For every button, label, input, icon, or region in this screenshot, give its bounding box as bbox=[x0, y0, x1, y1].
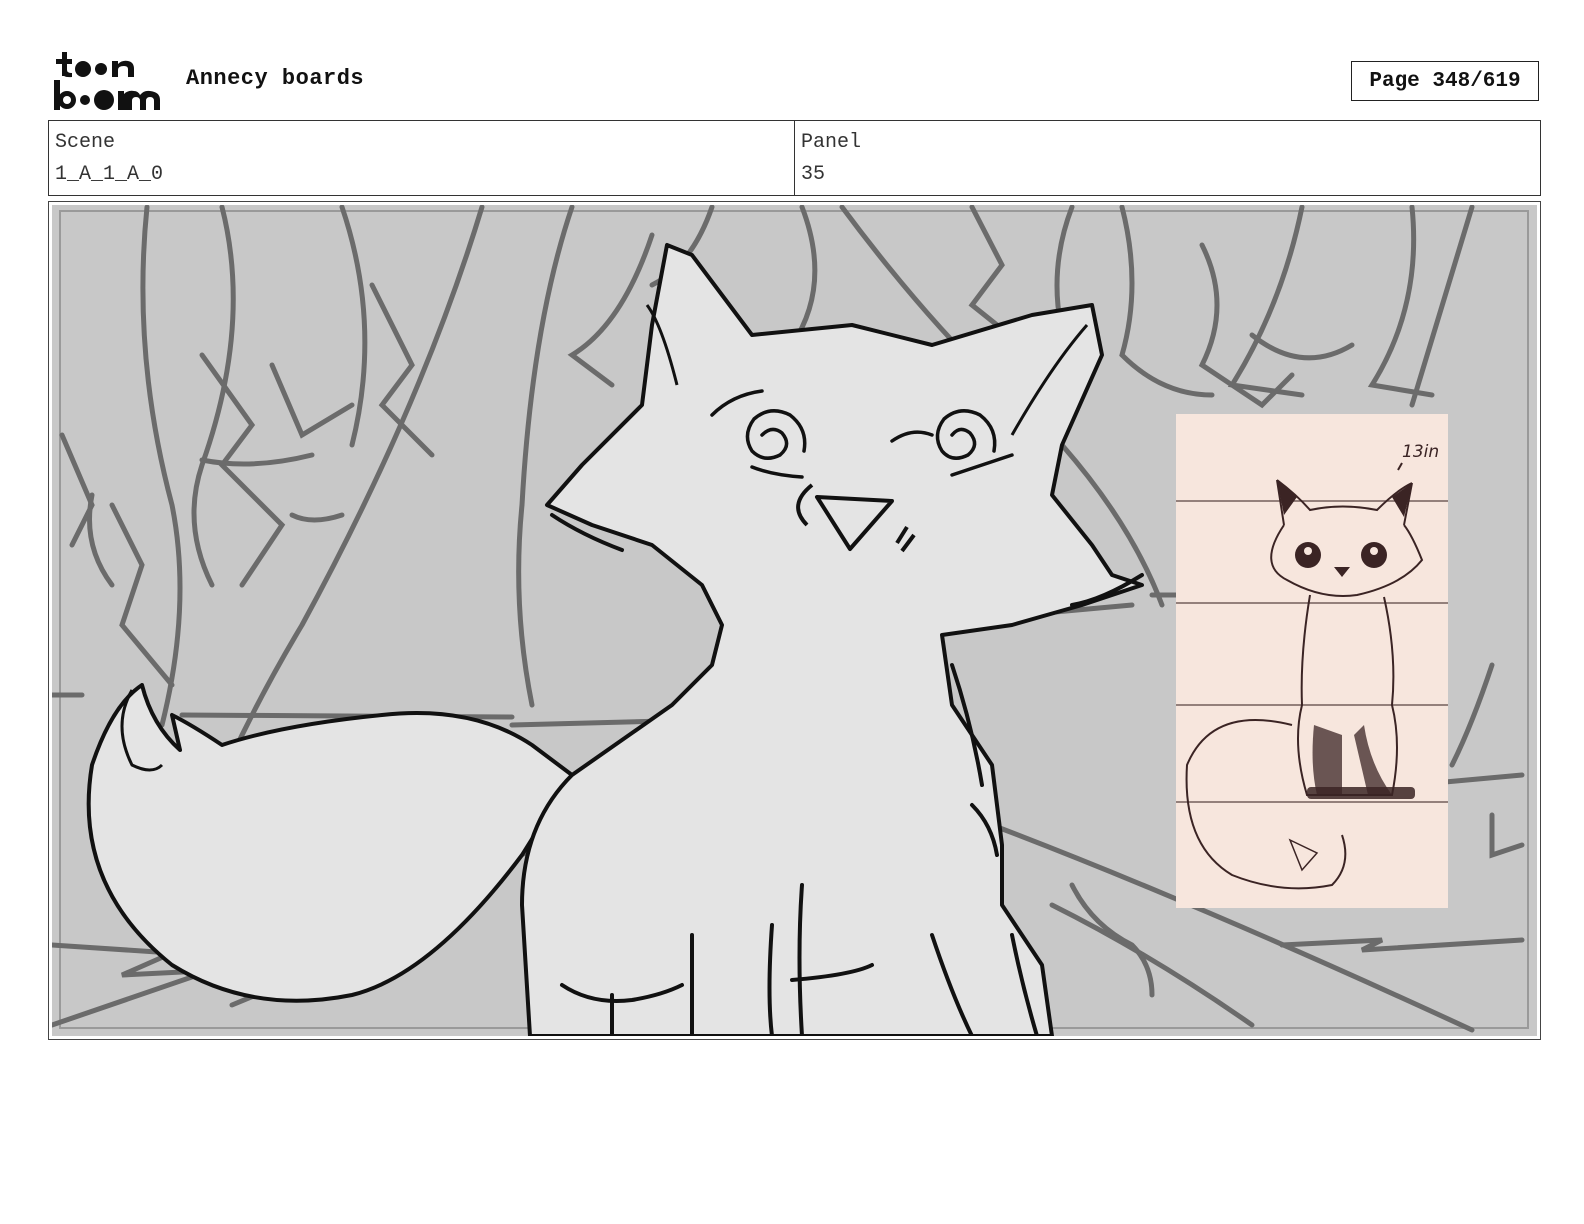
panel-label: Panel bbox=[801, 131, 862, 154]
scene-value: 1_A_1_A_0 bbox=[55, 163, 164, 186]
scene-label: Scene bbox=[55, 131, 116, 154]
panel-cell: Panel 35 bbox=[794, 121, 1540, 195]
reference-height-note: 13in bbox=[1402, 442, 1439, 462]
scene-cell: Scene 1_A_1_A_0 bbox=[49, 121, 794, 195]
storyboard-panel-frame: 13in bbox=[48, 201, 1541, 1040]
reference-card: 13in bbox=[1176, 414, 1448, 908]
document-title: Annecy boards bbox=[186, 66, 365, 91]
page-number-badge: Page 348/619 bbox=[1351, 61, 1539, 101]
toon-boom-logo bbox=[54, 52, 160, 110]
scene-panel-info-table: Scene 1_A_1_A_0 Panel 35 bbox=[48, 120, 1541, 196]
panel-value: 35 bbox=[801, 163, 826, 186]
storyboard-panel-drawing: 13in bbox=[52, 205, 1537, 1036]
